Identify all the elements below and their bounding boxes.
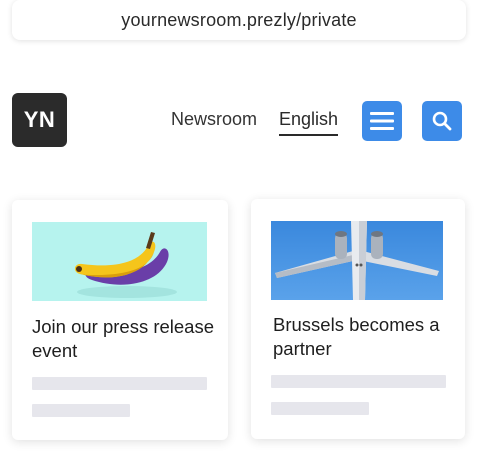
placeholder-line <box>32 377 207 390</box>
story-title[interactable]: Brussels becomes a partner <box>273 313 458 361</box>
story-thumbnail[interactable] <box>271 221 443 300</box>
nav-link-newsroom[interactable]: Newsroom <box>171 109 257 130</box>
address-bar[interactable]: yournewsroom.prezly/private <box>12 0 466 40</box>
story-title[interactable]: Join our press release event <box>32 315 217 363</box>
story-card[interactable]: Brussels becomes a partner <box>251 199 465 439</box>
logo-text: YN <box>23 107 56 132</box>
placeholder-line <box>271 402 369 415</box>
hamburger-menu-icon <box>370 112 394 130</box>
search-button[interactable] <box>422 101 462 141</box>
search-icon <box>432 111 452 131</box>
story-thumbnail[interactable] <box>32 222 207 301</box>
newsroom-logo[interactable]: YN <box>12 93 67 147</box>
placeholder-line <box>32 404 130 417</box>
active-language-underline <box>279 134 338 136</box>
banana-image <box>74 232 177 298</box>
url-text: yournewsroom.prezly/private <box>121 9 357 30</box>
airplane-image <box>271 221 443 300</box>
language-selector-english[interactable]: English <box>279 109 338 130</box>
placeholder-line <box>271 375 446 388</box>
story-card[interactable]: Join our press release event <box>12 200 228 440</box>
menu-button[interactable] <box>362 101 402 141</box>
